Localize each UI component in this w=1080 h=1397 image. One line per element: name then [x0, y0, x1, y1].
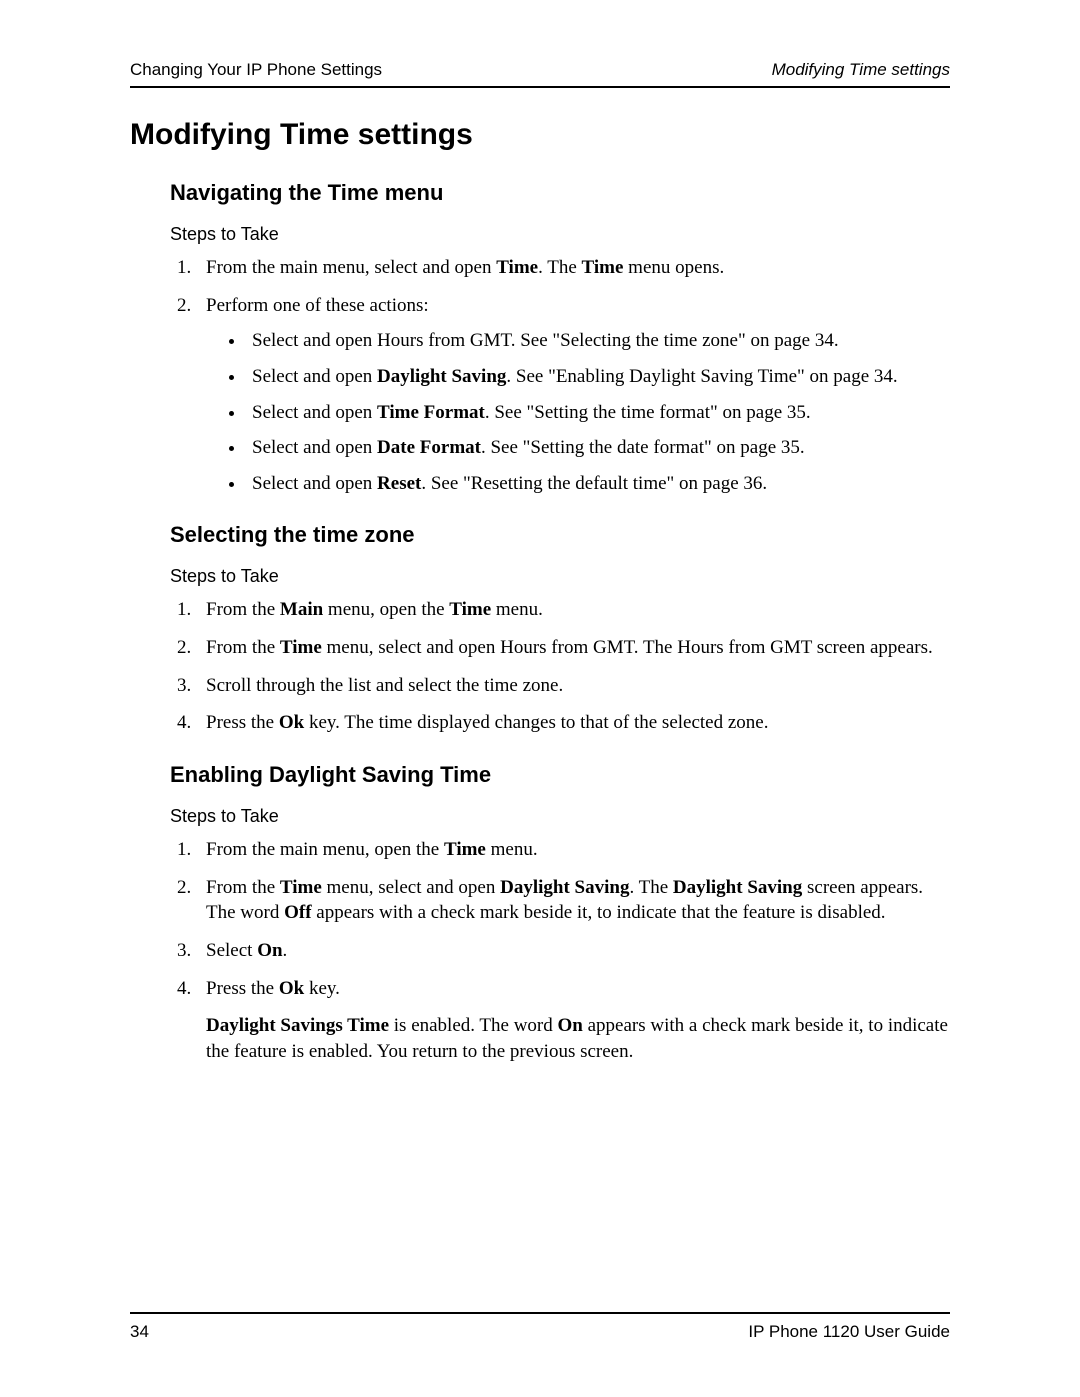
bullet-text: Select and open — [252, 473, 377, 494]
step-bold: Ok — [279, 978, 304, 999]
step-bold: Daylight Saving — [673, 877, 802, 898]
bullet-item: Select and open Time Format. See "Settin… — [246, 400, 950, 426]
step-text: Scroll through the list and select the t… — [206, 675, 563, 696]
step-text: appears with a check mark beside it, to … — [312, 902, 886, 923]
header-rule — [130, 86, 950, 88]
followup-bold: On — [558, 1015, 583, 1036]
subsection-heading: Navigating the Time menu — [170, 180, 950, 206]
step-item: From the main menu, open the Time menu. — [196, 837, 950, 863]
step-text: menu. — [491, 599, 543, 620]
running-header: Changing Your IP Phone Settings Modifyin… — [130, 60, 950, 86]
step-bold: Main — [280, 599, 323, 620]
step-bold: On — [257, 940, 282, 961]
step-item: Select On. — [196, 938, 950, 964]
step-followup: Daylight Savings Time is enabled. The wo… — [206, 1013, 950, 1064]
step-text: From the main menu, select and open — [206, 257, 496, 278]
step-text: menu, select and open Hours from GMT. Th… — [322, 637, 933, 658]
step-text: menu, open the — [323, 599, 449, 620]
step-item: Scroll through the list and select the t… — [196, 673, 950, 699]
bullet-item: Select and open Daylight Saving. See "En… — [246, 364, 950, 390]
step-item: From the Main menu, open the Time menu. — [196, 597, 950, 623]
step-text: . The — [629, 877, 672, 898]
page-content: Navigating the Time menu Steps to Take F… — [170, 180, 950, 1065]
step-text: Press the — [206, 712, 279, 733]
steps-label: Steps to Take — [170, 806, 950, 827]
step-bold: Time — [280, 637, 322, 658]
bullet-item: Select and open Reset. See "Resetting th… — [246, 471, 950, 497]
steps-label: Steps to Take — [170, 224, 950, 245]
step-text: . The — [538, 257, 581, 278]
step-text: Select — [206, 940, 257, 961]
followup-bold: Daylight Savings Time — [206, 1015, 389, 1036]
bullet-list: Select and open Hours from GMT. See "Sel… — [206, 328, 950, 496]
step-bold: Time — [280, 877, 322, 898]
bullet-text: . See "Enabling Daylight Saving Time" on… — [506, 366, 897, 387]
step-bold: Time — [449, 599, 491, 620]
bullet-text: Select and open — [252, 402, 377, 423]
bullet-text: Select and open — [252, 437, 377, 458]
footer-doc-title: IP Phone 1120 User Guide — [748, 1322, 950, 1342]
bullet-text: Select and open Hours from GMT. See "Sel… — [252, 330, 839, 351]
step-text: menu opens. — [623, 257, 724, 278]
bullet-text: . See "Setting the date format" on page … — [481, 437, 805, 458]
step-bold: Daylight Saving — [500, 877, 629, 898]
bullet-bold: Time Format — [377, 402, 485, 423]
step-item: From the main menu, select and open Time… — [196, 255, 950, 281]
page-title: Modifying Time settings — [130, 118, 950, 152]
header-left: Changing Your IP Phone Settings — [130, 60, 382, 80]
step-item: Press the Ok key. Daylight Savings Time … — [196, 976, 950, 1065]
bullet-item: Select and open Hours from GMT. See "Sel… — [246, 328, 950, 354]
steps-list: From the main menu, open the Time menu. … — [170, 837, 950, 1064]
step-text: Perform one of these actions: — [206, 295, 429, 316]
step-item: From the Time menu, select and open Hour… — [196, 635, 950, 661]
step-text: From the — [206, 599, 280, 620]
step-item: Press the Ok key. The time displayed cha… — [196, 710, 950, 736]
step-text: From the — [206, 637, 280, 658]
step-text: menu. — [486, 839, 538, 860]
document-page: Changing Your IP Phone Settings Modifyin… — [0, 0, 1080, 1397]
step-text: From the — [206, 877, 280, 898]
step-bold: Time — [582, 257, 624, 278]
bullet-bold: Date Format — [377, 437, 481, 458]
steps-list: From the main menu, select and open Time… — [170, 255, 950, 496]
step-item: From the Time menu, select and open Dayl… — [196, 875, 950, 926]
bullet-bold: Reset — [377, 473, 421, 494]
steps-list: From the Main menu, open the Time menu. … — [170, 597, 950, 736]
header-right: Modifying Time settings — [772, 60, 950, 80]
subsection-heading: Enabling Daylight Saving Time — [170, 762, 950, 788]
step-text: Press the — [206, 978, 279, 999]
step-text: menu, select and open — [322, 877, 500, 898]
step-text: key. The time displayed changes to that … — [304, 712, 768, 733]
step-bold: Time — [496, 257, 538, 278]
page-number: 34 — [130, 1322, 149, 1342]
step-text: . — [283, 940, 288, 961]
steps-label: Steps to Take — [170, 566, 950, 587]
step-item: Perform one of these actions: Select and… — [196, 293, 950, 497]
step-bold: Off — [284, 902, 311, 923]
bullet-item: Select and open Date Format. See "Settin… — [246, 435, 950, 461]
step-text: key. — [304, 978, 340, 999]
bullet-text: . See "Resetting the default time" on pa… — [421, 473, 767, 494]
bullet-text: . See "Setting the time format" on page … — [485, 402, 811, 423]
step-bold: Ok — [279, 712, 304, 733]
step-bold: Time — [444, 839, 486, 860]
followup-text: is enabled. The word — [389, 1015, 558, 1036]
bullet-bold: Daylight Saving — [377, 366, 506, 387]
subsection-heading: Selecting the time zone — [170, 522, 950, 548]
footer-rule — [130, 1312, 950, 1314]
bullet-text: Select and open — [252, 366, 377, 387]
step-text: From the main menu, open the — [206, 839, 444, 860]
running-footer: 34 IP Phone 1120 User Guide — [130, 1312, 950, 1342]
